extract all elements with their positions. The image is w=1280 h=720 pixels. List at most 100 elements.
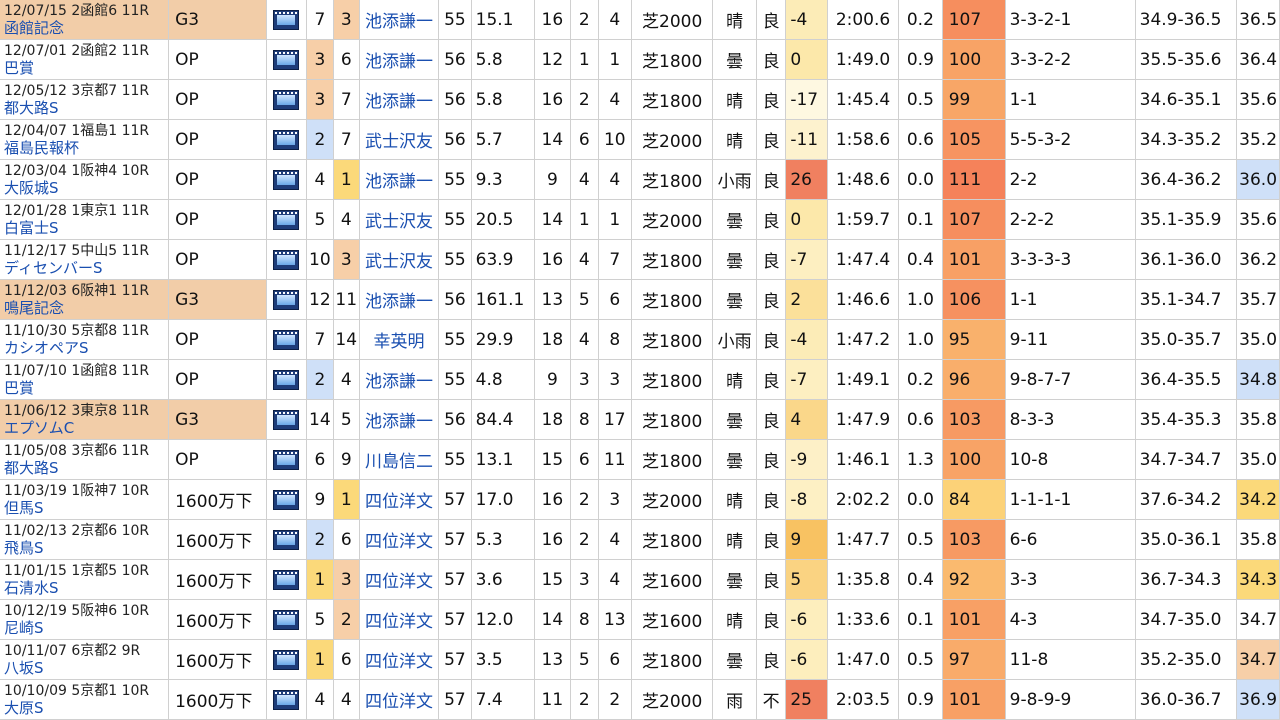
race-cell[interactable]: 12/05/12 3京都7 11R 都大路S (0, 79, 170, 120)
table-row[interactable]: 12/05/12 3京都7 11R 都大路S OP 3 7 池添謙一 56 5.… (0, 79, 1280, 120)
movie-icon[interactable] (273, 209, 300, 230)
race-cell[interactable]: 12/04/07 1福島1 11R 福島民報杯 (0, 119, 170, 160)
table-row[interactable]: 11/10/30 5京都8 11R カシオペアS OP 7 14 幸英明 55 … (0, 319, 1280, 360)
jockey-link[interactable]: 池添謙一 (359, 0, 440, 40)
race-name-link[interactable]: エプソムC (4, 419, 168, 437)
movie-icon[interactable] (273, 649, 300, 670)
race-cell[interactable]: 10/12/19 5阪神6 10R 尼崎S (0, 599, 170, 640)
jockey-link[interactable]: 四位洋文 (359, 559, 440, 600)
race-name-link[interactable]: 飛鳥S (4, 539, 168, 557)
movie-icon[interactable] (273, 489, 300, 510)
race-cell[interactable]: 12/07/01 2函館2 11R 巴賞 (0, 39, 170, 80)
jockey-link[interactable]: 武士沢友 (359, 119, 440, 160)
table-row[interactable]: 10/11/07 6京都2 9R 八坂S 1600万下 1 6 四位洋文 57 … (0, 639, 1280, 680)
race-name-link[interactable]: カシオペアS (4, 339, 168, 357)
jockey-link[interactable]: 武士沢友 (359, 199, 440, 240)
race-cell[interactable]: 10/10/09 5京都1 10R 大原S (0, 679, 170, 720)
jockey-link[interactable]: 池添謙一 (359, 359, 440, 400)
video-cell[interactable] (266, 519, 308, 560)
table-row[interactable]: 10/12/19 5阪神6 10R 尼崎S 1600万下 5 2 四位洋文 57… (0, 599, 1280, 640)
table-row[interactable]: 11/05/08 3京都6 11R 都大路S OP 6 9 川島信二 55 13… (0, 439, 1280, 480)
race-cell[interactable]: 12/03/04 1阪神4 10R 大阪城S (0, 159, 170, 200)
video-cell[interactable] (266, 239, 308, 280)
video-cell[interactable] (266, 599, 308, 640)
race-name-link[interactable]: 尼崎S (4, 619, 168, 637)
video-cell[interactable] (266, 39, 308, 80)
race-cell[interactable]: 11/07/10 1函館8 11R 巴賞 (0, 359, 170, 400)
video-cell[interactable] (266, 279, 308, 320)
race-cell[interactable]: 11/06/12 3東京8 11R エプソムC (0, 399, 170, 440)
movie-icon[interactable] (273, 369, 300, 390)
race-cell[interactable]: 12/01/28 1東京1 11R 白富士S (0, 199, 170, 240)
movie-icon[interactable] (273, 409, 300, 430)
video-cell[interactable] (266, 0, 308, 40)
video-cell[interactable] (266, 559, 308, 600)
video-cell[interactable] (266, 399, 308, 440)
race-name-link[interactable]: 大阪城S (4, 179, 168, 197)
table-row[interactable]: 11/12/17 5中山5 11R ディセンバーS OP 10 3 武士沢友 5… (0, 239, 1280, 280)
race-cell[interactable]: 11/12/03 6阪神1 11R 鳴尾記念 (0, 279, 170, 320)
race-cell[interactable]: 10/11/07 6京都2 9R 八坂S (0, 639, 170, 680)
race-name-link[interactable]: ディセンバーS (4, 259, 168, 277)
race-name-link[interactable]: 石清水S (4, 579, 168, 597)
video-cell[interactable] (266, 319, 308, 360)
race-name-link[interactable]: 白富士S (4, 219, 168, 237)
movie-icon[interactable] (273, 609, 300, 630)
race-name-link[interactable]: 都大路S (4, 99, 168, 117)
race-name-link[interactable]: 八坂S (4, 659, 168, 677)
race-name-link[interactable]: 函館記念 (4, 19, 168, 37)
race-cell[interactable]: 11/10/30 5京都8 11R カシオペアS (0, 319, 170, 360)
jockey-link[interactable]: 四位洋文 (359, 679, 440, 720)
table-row[interactable]: 12/07/01 2函館2 11R 巴賞 OP 3 6 池添謙一 56 5.8 … (0, 39, 1280, 80)
table-row[interactable]: 12/03/04 1阪神4 10R 大阪城S OP 4 1 池添謙一 55 9.… (0, 159, 1280, 200)
movie-icon[interactable] (273, 289, 300, 310)
table-row[interactable]: 12/01/28 1東京1 11R 白富士S OP 5 4 武士沢友 55 20… (0, 199, 1280, 240)
jockey-link[interactable]: 四位洋文 (359, 599, 440, 640)
jockey-link[interactable]: 武士沢友 (359, 239, 440, 280)
race-cell[interactable]: 11/03/19 1阪神7 10R 但馬S (0, 479, 170, 520)
table-row[interactable]: 11/12/03 6阪神1 11R 鳴尾記念 G3 12 11 池添謙一 56 … (0, 279, 1280, 320)
video-cell[interactable] (266, 679, 308, 720)
table-row[interactable]: 11/01/15 1京都5 10R 石清水S 1600万下 1 3 四位洋文 5… (0, 559, 1280, 600)
table-row[interactable]: 11/02/13 2京都6 10R 飛鳥S 1600万下 2 6 四位洋文 57… (0, 519, 1280, 560)
table-row[interactable]: 12/07/15 2函館6 11R 函館記念 G3 7 3 池添謙一 55 15… (0, 0, 1280, 40)
race-name-link[interactable]: 福島民報杯 (4, 139, 168, 157)
movie-icon[interactable] (273, 49, 300, 70)
jockey-link[interactable]: 四位洋文 (359, 639, 440, 680)
jockey-link[interactable]: 池添謙一 (359, 79, 440, 120)
race-cell[interactable]: 11/05/08 3京都6 11R 都大路S (0, 439, 170, 480)
movie-icon[interactable] (273, 329, 300, 350)
race-cell[interactable]: 11/12/17 5中山5 11R ディセンバーS (0, 239, 170, 280)
video-cell[interactable] (266, 79, 308, 120)
table-row[interactable]: 11/07/10 1函館8 11R 巴賞 OP 2 4 池添謙一 55 4.8 … (0, 359, 1280, 400)
movie-icon[interactable] (273, 9, 300, 30)
video-cell[interactable] (266, 119, 308, 160)
jockey-link[interactable]: 四位洋文 (359, 519, 440, 560)
jockey-link[interactable]: 川島信二 (359, 439, 440, 480)
jockey-link[interactable]: 池添謙一 (359, 39, 440, 80)
race-name-link[interactable]: 都大路S (4, 459, 168, 477)
video-cell[interactable] (266, 639, 308, 680)
movie-icon[interactable] (273, 529, 300, 550)
race-name-link[interactable]: 大原S (4, 699, 168, 717)
race-name-link[interactable]: 但馬S (4, 499, 168, 517)
jockey-link[interactable]: 四位洋文 (359, 479, 440, 520)
jockey-link[interactable]: 池添謙一 (359, 279, 440, 320)
table-row[interactable]: 11/06/12 3東京8 11R エプソムC G3 14 5 池添謙一 56 … (0, 399, 1280, 440)
movie-icon[interactable] (273, 129, 300, 150)
jockey-link[interactable]: 幸英明 (359, 319, 440, 360)
race-cell[interactable]: 11/01/15 1京都5 10R 石清水S (0, 559, 170, 600)
race-name-link[interactable]: 鳴尾記念 (4, 299, 168, 317)
video-cell[interactable] (266, 199, 308, 240)
race-cell[interactable]: 11/02/13 2京都6 10R 飛鳥S (0, 519, 170, 560)
jockey-link[interactable]: 池添謙一 (359, 399, 440, 440)
table-row[interactable]: 12/04/07 1福島1 11R 福島民報杯 OP 2 7 武士沢友 56 5… (0, 119, 1280, 160)
race-name-link[interactable]: 巴賞 (4, 59, 168, 77)
table-row[interactable]: 10/10/09 5京都1 10R 大原S 1600万下 4 4 四位洋文 57… (0, 679, 1280, 720)
movie-icon[interactable] (273, 689, 300, 710)
movie-icon[interactable] (273, 249, 300, 270)
video-cell[interactable] (266, 479, 308, 520)
movie-icon[interactable] (273, 569, 300, 590)
video-cell[interactable] (266, 439, 308, 480)
race-cell[interactable]: 12/07/15 2函館6 11R 函館記念 (0, 0, 170, 40)
